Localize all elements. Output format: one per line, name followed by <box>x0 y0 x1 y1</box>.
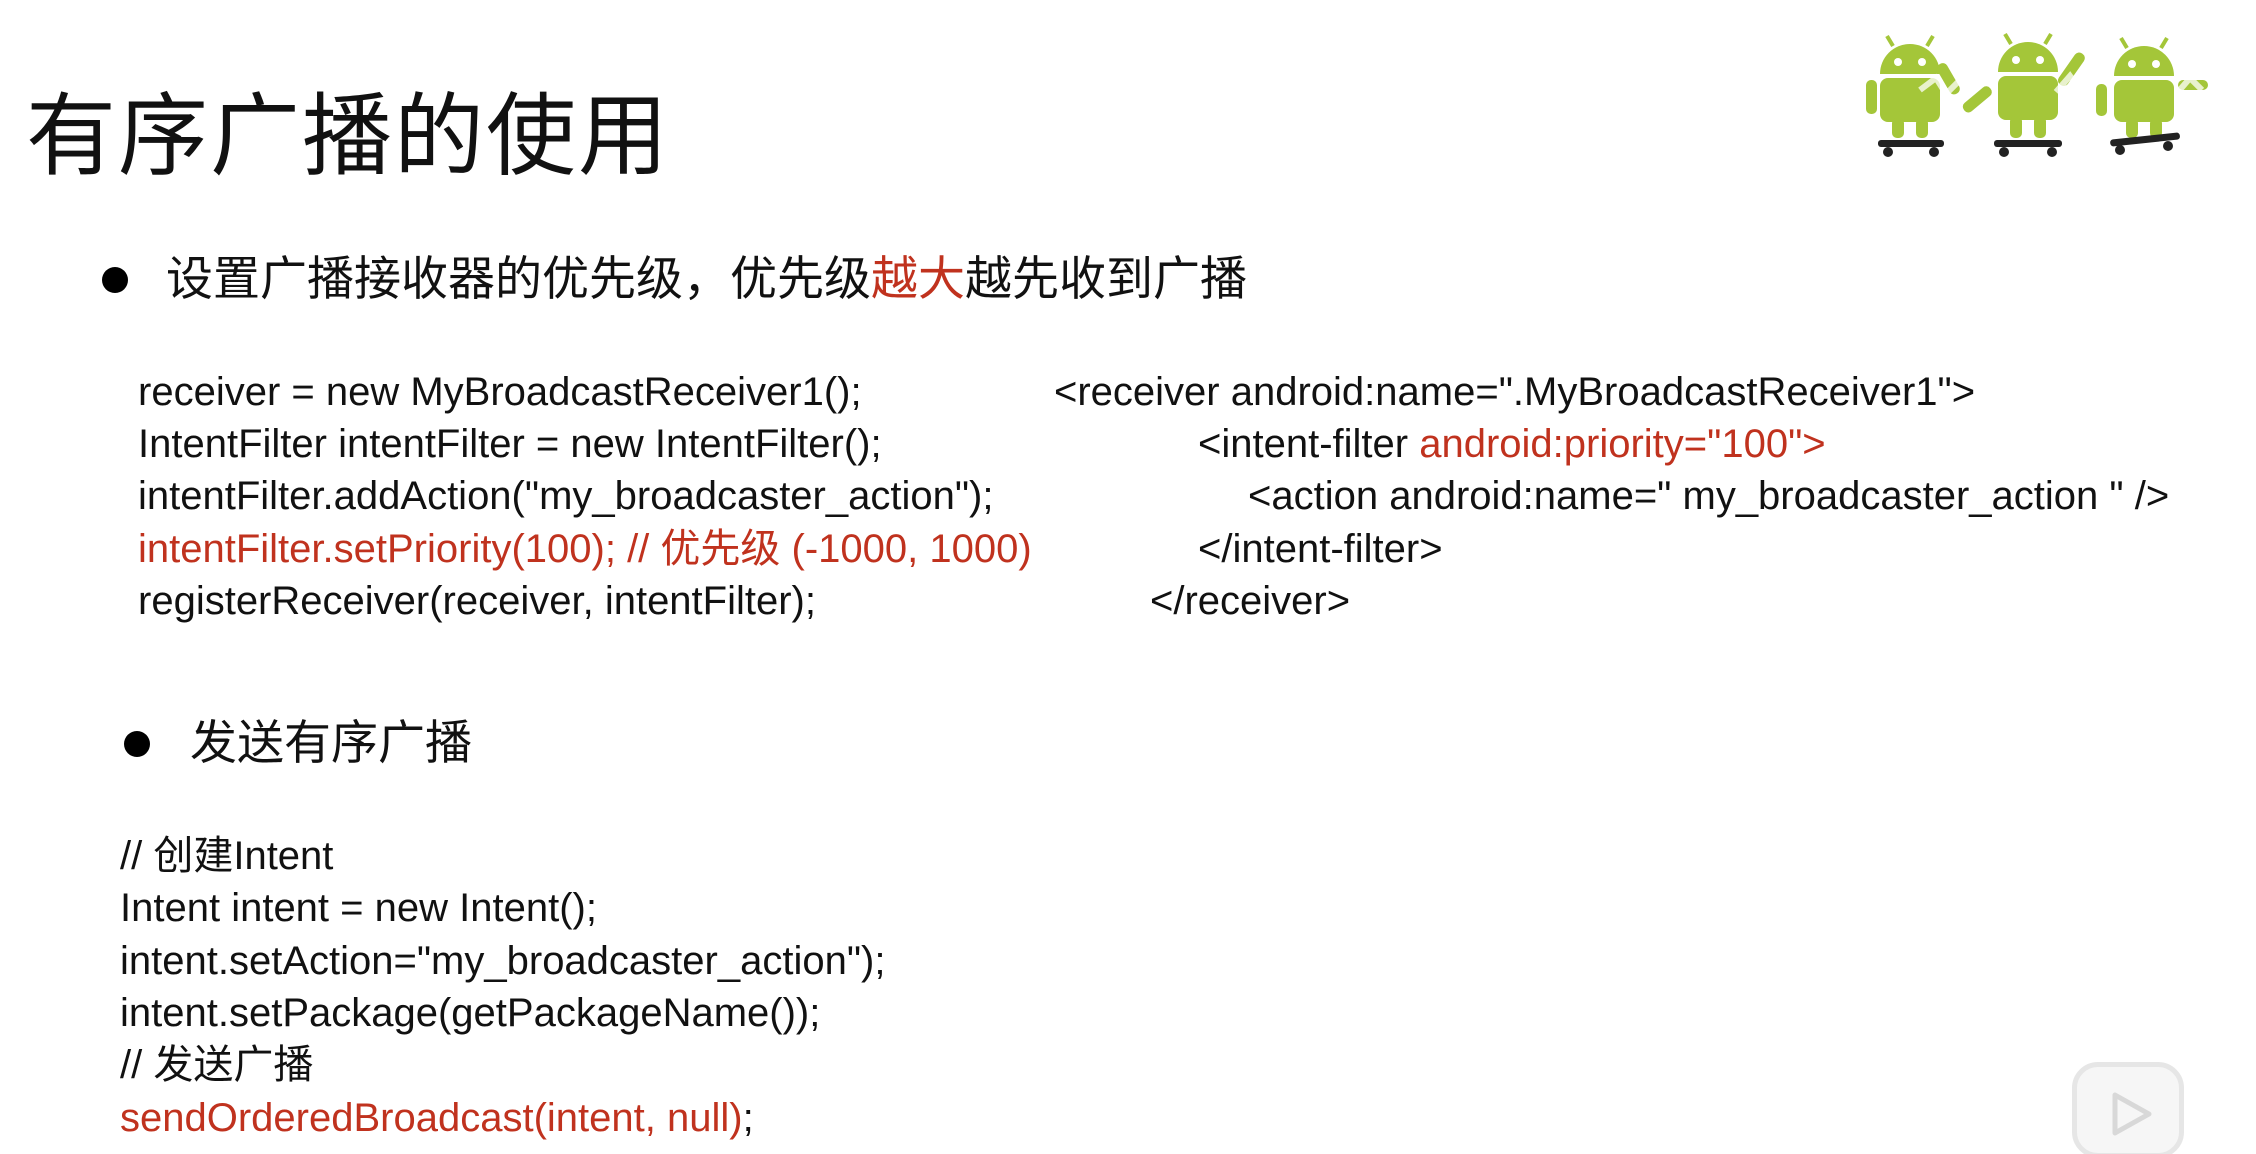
slide: 有序广播的使用 设置广播接收器的优先级，优先级越大越先收到广播 receiver… <box>0 0 2256 1154</box>
bullet-priority-suffix: 越先收到广播 <box>965 252 1247 307</box>
play-icon <box>2112 1092 2152 1136</box>
java-code-line: receiver = new MyBroadcastReceiver1(); <box>138 370 862 414</box>
xml-intent-filter-open: <intent-filter <box>1198 422 1420 466</box>
bullet-priority-highlight: 越大 <box>871 252 965 307</box>
xml-code-line: <receiver android:name=".MyBroadcastRece… <box>1054 370 1976 414</box>
java-code-line: intentFilter.addAction("my_broadcaster_a… <box>138 474 994 518</box>
send-code-line: Intent intent = new Intent(); <box>120 886 597 930</box>
bullet-priority: 设置广播接收器的优先级，优先级越大越先收到广播 <box>102 250 1247 310</box>
play-button[interactable] <box>2072 1062 2184 1154</box>
java-code-line: registerReceiver(receiver, intentFilter)… <box>138 579 816 623</box>
xml-priority-attribute: android:priority="100"> <box>1419 422 1826 466</box>
send-ordered-call: sendOrderedBroadcast(intent, null) <box>120 1096 743 1140</box>
slide-title: 有序广播的使用 <box>26 84 670 189</box>
send-code-comment: // 创建Intent <box>120 834 334 878</box>
bullet-send-ordered: 发送有序广播 <box>124 714 472 774</box>
android-skateboard-logo-icon <box>1860 22 2220 162</box>
java-code-line-priority: intentFilter.setPriority(100); // 优先级 (-… <box>138 527 1032 571</box>
xml-code-line: <action android:name=" my_broadcaster_ac… <box>1248 474 2170 518</box>
bullet-priority-text: 设置广播接收器的优先级，优先级越大越先收到广播 <box>166 250 1247 310</box>
bullet-dot-icon <box>102 267 128 293</box>
xml-code-line: </intent-filter> <box>1198 527 1443 571</box>
send-ordered-semicolon: ; <box>742 1096 754 1140</box>
xml-code-line: </receiver> <box>1150 579 1351 623</box>
send-code-comment: // 发送广播 <box>120 1043 314 1087</box>
send-code-line-ordered: sendOrderedBroadcast(intent, null); <box>120 1092 754 1144</box>
java-code-line: IntentFilter intentFilter = new IntentFi… <box>138 422 882 466</box>
bullet-priority-prefix: 设置广播接收器的优先级，优先级 <box>166 252 871 307</box>
bullet-dot-icon <box>124 731 150 757</box>
xml-code-line-priority: <intent-filter android:priority="100"> <box>1198 418 1826 470</box>
bullet-send-ordered-text: 发送有序广播 <box>190 716 472 771</box>
send-code-line: intent.setPackage(getPackageName()); <box>120 991 821 1035</box>
send-code-line: intent.setAction="my_broadcaster_action"… <box>120 939 886 983</box>
